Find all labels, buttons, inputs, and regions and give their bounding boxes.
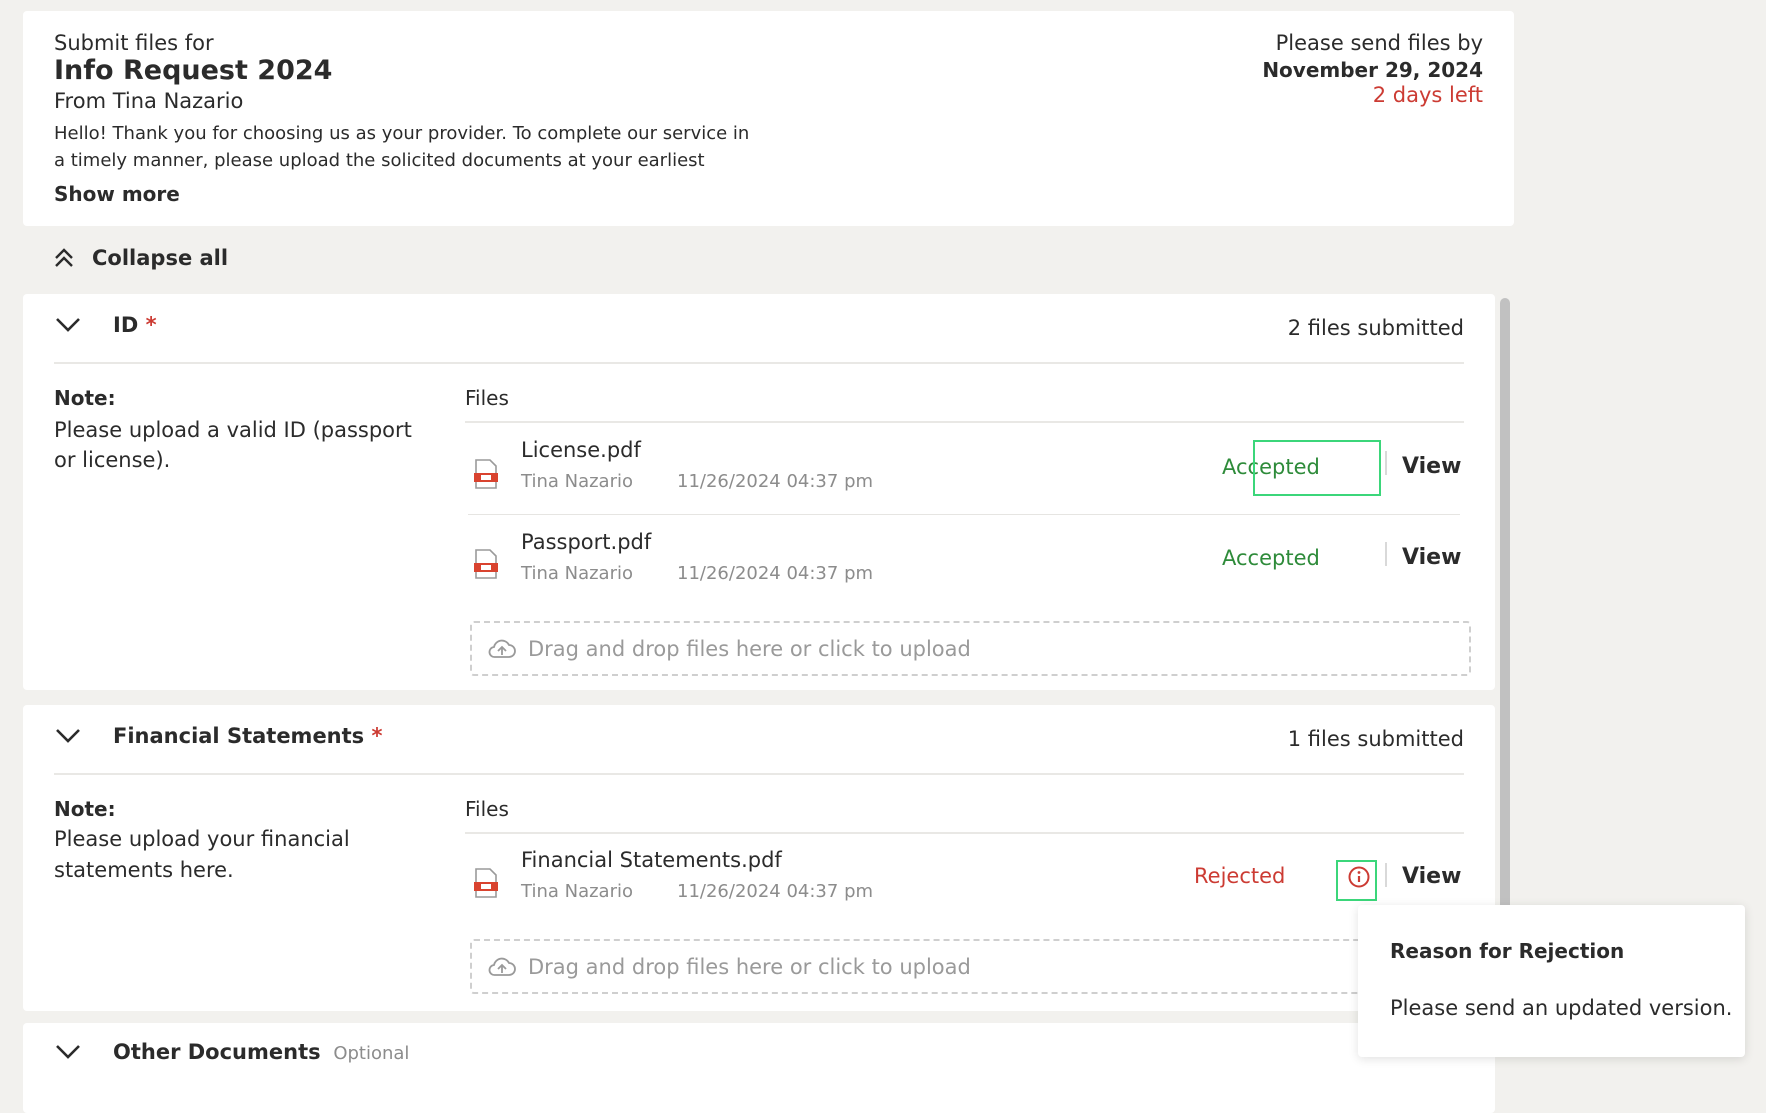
file-status: Accepted [1222,546,1320,570]
message-line-2: a timely manner, please upload the solic… [54,150,705,171]
files-label: Files [465,386,509,410]
file-name[interactable]: Passport.pdf [521,530,651,554]
required-mark: * [145,313,157,337]
note-text-line-2: statements here. [54,858,234,882]
separator [1385,863,1387,887]
upload-label: Drag and drop files here or click to upl… [528,954,971,979]
chevron-down-icon[interactable] [54,316,82,334]
status-highlight [1253,440,1381,496]
requester-label: From Tina Nazario [54,89,244,113]
pdf-file-icon [474,868,498,898]
submit-for-label: Submit files for [54,31,214,55]
files-submitted-count: 2 files submitted [1287,316,1464,340]
section-title: ID * [113,313,157,337]
request-header-card: Submit files for Info Request 2024 From … [23,11,1514,226]
chevron-down-icon[interactable] [54,1043,82,1061]
note-text-line-1: Please upload a valid ID (passport [54,418,412,442]
section-other-documents: Other Documents Optional [23,1023,1495,1113]
file-row: Financial Statements.pdf Tina Nazario 11… [465,840,1464,928]
files-label: Files [465,797,509,821]
view-button[interactable]: View [1402,864,1461,889]
section-divider [54,362,1464,364]
section-divider [54,773,1464,775]
note-text-line-1: Please upload your financial [54,827,350,851]
cloud-upload-icon [488,957,516,976]
page-title: Info Request 2024 [54,55,333,86]
due-date: November 29, 2024 [1262,58,1483,82]
upload-dropzone[interactable]: Drag and drop files here or click to upl… [470,621,1471,676]
row-divider [468,514,1460,515]
show-more-link[interactable]: Show more [54,182,180,206]
file-author: Tina Nazario [521,471,633,492]
view-button[interactable]: View [1402,545,1461,570]
files-divider [465,421,1464,423]
days-left-badge: 2 days left [1372,83,1483,107]
section-title-text: Financial Statements [113,724,365,748]
separator [1385,451,1387,475]
required-mark: * [371,724,383,748]
file-date: 11/26/2024 04:37 pm [677,563,874,584]
section-title: Other Documents Optional [113,1040,409,1064]
file-row: Passport.pdf Tina Nazario 11/26/2024 04:… [465,519,1464,607]
optional-label: Optional [333,1043,410,1064]
tooltip-text: Please send an updated version. [1390,996,1733,1020]
pdf-file-icon [474,459,498,489]
chevron-down-icon[interactable] [54,727,82,745]
section-title-text: ID [113,313,139,337]
collapse-all-label: Collapse all [92,246,229,270]
note-text-line-2: or license). [54,448,171,472]
section-financial-statements: Financial Statements * 1 files submitted… [23,705,1495,1011]
section-title: Financial Statements * [113,724,382,748]
file-name[interactable]: License.pdf [521,438,641,462]
note-label: Note: [54,386,116,410]
double-chevron-up-icon [55,248,73,267]
file-status: Rejected [1194,864,1286,888]
tooltip-title: Reason for Rejection [1390,939,1625,963]
rejection-reason-tooltip: Reason for Rejection Please send an upda… [1358,905,1745,1057]
file-date: 11/26/2024 04:37 pm [677,471,874,492]
file-author: Tina Nazario [521,563,633,584]
collapse-all-button[interactable]: Collapse all [54,246,228,270]
file-name[interactable]: Financial Statements.pdf [521,848,782,872]
upload-label: Drag and drop files here or click to upl… [528,636,971,661]
message-line-1: Hello! Thank you for choosing us as your… [54,123,750,144]
view-button[interactable]: View [1402,454,1461,479]
section-title-text: Other Documents [113,1040,321,1064]
file-author: Tina Nazario [521,881,633,902]
files-divider [465,832,1464,834]
upload-dropzone[interactable]: Drag and drop files here or click to upl… [470,939,1471,994]
cloud-upload-icon [488,639,516,658]
scrollbar-thumb[interactable] [1500,298,1510,918]
info-icon-highlight [1336,860,1377,901]
section-id: ID * 2 files submitted Note: Please uplo… [23,294,1495,690]
separator [1385,542,1387,566]
pdf-file-icon [474,549,498,579]
files-submitted-count: 1 files submitted [1287,727,1464,751]
file-date: 11/26/2024 04:37 pm [677,881,874,902]
note-label: Note: [54,797,116,821]
send-by-label: Please send files by [1275,31,1483,55]
